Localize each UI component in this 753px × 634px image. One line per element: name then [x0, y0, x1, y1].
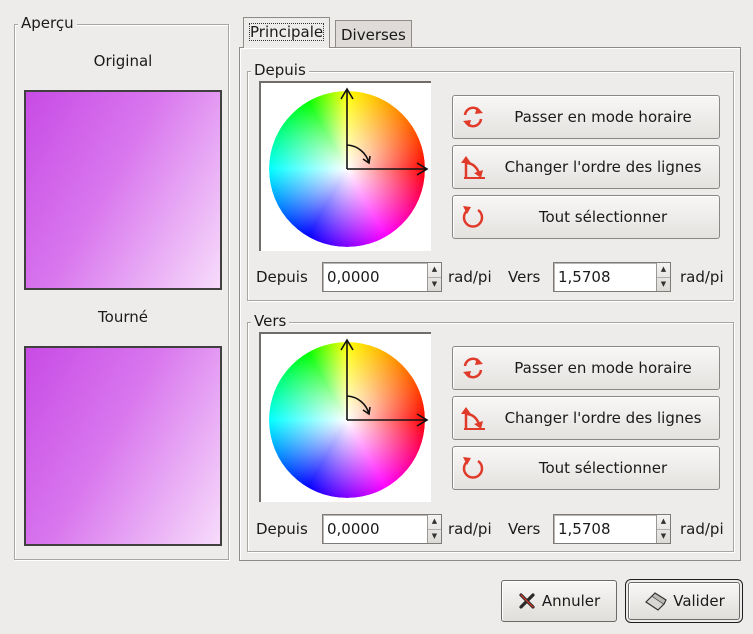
select-all-button-label: Tout sélectionner — [538, 208, 668, 226]
spin-down-icon[interactable]: ▼ — [657, 528, 670, 544]
to-angle-unit: rad/pi — [680, 268, 724, 286]
ok-button-label: Valider — [673, 592, 725, 610]
spin-up-icon[interactable]: ▲ — [657, 263, 670, 277]
from-angle-spin-arrows[interactable]: ▲ ▼ — [427, 515, 441, 543]
tab-principale[interactable]: Principale — [243, 17, 331, 48]
clockwise-button-to[interactable]: Passer en mode horaire — [452, 346, 720, 390]
swap-order-button-label: Changer l'ordre des lignes — [504, 409, 702, 427]
cross-icon — [519, 593, 535, 609]
from-angle-spinner[interactable]: 0,0000 ▲ ▼ — [322, 514, 442, 544]
to-angle-value[interactable]: 1,5708 — [554, 515, 656, 543]
color-wheel-to[interactable] — [259, 332, 431, 502]
cancel-button[interactable]: Annuler — [501, 580, 617, 622]
spin-down-icon[interactable]: ▼ — [657, 276, 670, 292]
original-label: Original — [93, 52, 153, 70]
ok-button[interactable]: Valider — [625, 579, 743, 623]
from-angle-spin-arrows[interactable]: ▲ ▼ — [427, 263, 441, 291]
tab-diverses-label: Diverses — [341, 26, 406, 44]
to-angle-unit: rad/pi — [680, 520, 724, 538]
from-angle-unit: rad/pi — [448, 520, 492, 538]
original-preview — [24, 90, 222, 290]
check-icon — [645, 592, 667, 611]
from-angle-label: Depuis — [256, 520, 308, 538]
color-wheel-from[interactable] — [259, 81, 431, 251]
to-angle-value[interactable]: 1,5708 — [554, 263, 656, 291]
rotated-label: Tourné — [98, 308, 148, 326]
spin-up-icon[interactable]: ▲ — [428, 263, 441, 277]
swap-order-icon — [461, 407, 485, 430]
spin-up-icon[interactable]: ▲ — [428, 515, 441, 529]
rotate-arrows-icon — [463, 106, 483, 128]
select-all-button-from[interactable]: Tout sélectionner — [452, 195, 720, 239]
clockwise-button-label: Passer en mode horaire — [514, 108, 692, 126]
circle-arrow-icon — [462, 457, 484, 479]
swap-order-button-from[interactable]: Changer l'ordre des lignes — [452, 145, 720, 189]
to-angle-spinner[interactable]: 1,5708 ▲ ▼ — [553, 262, 671, 292]
to-angle-spin-arrows[interactable]: ▲ ▼ — [656, 515, 670, 543]
swap-order-button-to[interactable]: Changer l'ordre des lignes — [452, 396, 720, 440]
from-angle-value[interactable]: 0,0000 — [323, 263, 427, 291]
to-angle-label: Vers — [508, 520, 541, 538]
hue-wheel-graphic — [269, 338, 429, 498]
select-all-button-to[interactable]: Tout sélectionner — [452, 446, 720, 490]
range-to-frame-label: Vers — [251, 312, 290, 330]
swap-order-icon — [461, 156, 485, 179]
from-angle-label: Depuis — [256, 268, 308, 286]
clockwise-button-label: Passer en mode horaire — [514, 359, 692, 377]
clockwise-button-from[interactable]: Passer en mode horaire — [452, 95, 720, 139]
to-angle-label: Vers — [508, 268, 541, 286]
spin-up-icon[interactable]: ▲ — [657, 515, 670, 529]
spin-down-icon[interactable]: ▼ — [428, 528, 441, 544]
to-angle-spin-arrows[interactable]: ▲ ▼ — [656, 263, 670, 291]
hue-wheel-graphic — [269, 87, 429, 247]
from-angle-spinner[interactable]: 0,0000 ▲ ▼ — [322, 262, 442, 292]
rotated-preview — [24, 346, 222, 546]
from-angle-unit: rad/pi — [448, 268, 492, 286]
to-angle-spinner[interactable]: 1,5708 ▲ ▼ — [553, 514, 671, 544]
range-from-frame-label: Depuis — [251, 61, 309, 79]
spin-down-icon[interactable]: ▼ — [428, 276, 441, 292]
tab-diverses[interactable]: Diverses — [335, 20, 412, 48]
circle-arrow-icon — [462, 206, 484, 228]
preview-frame-label: Aperçu — [18, 14, 77, 32]
from-angle-value[interactable]: 0,0000 — [323, 515, 427, 543]
select-all-button-label: Tout sélectionner — [538, 459, 668, 477]
tab-principale-label: Principale — [249, 23, 325, 41]
rotate-arrows-icon — [463, 357, 483, 379]
swap-order-button-label: Changer l'ordre des lignes — [504, 158, 702, 176]
cancel-button-label: Annuler — [541, 592, 601, 610]
